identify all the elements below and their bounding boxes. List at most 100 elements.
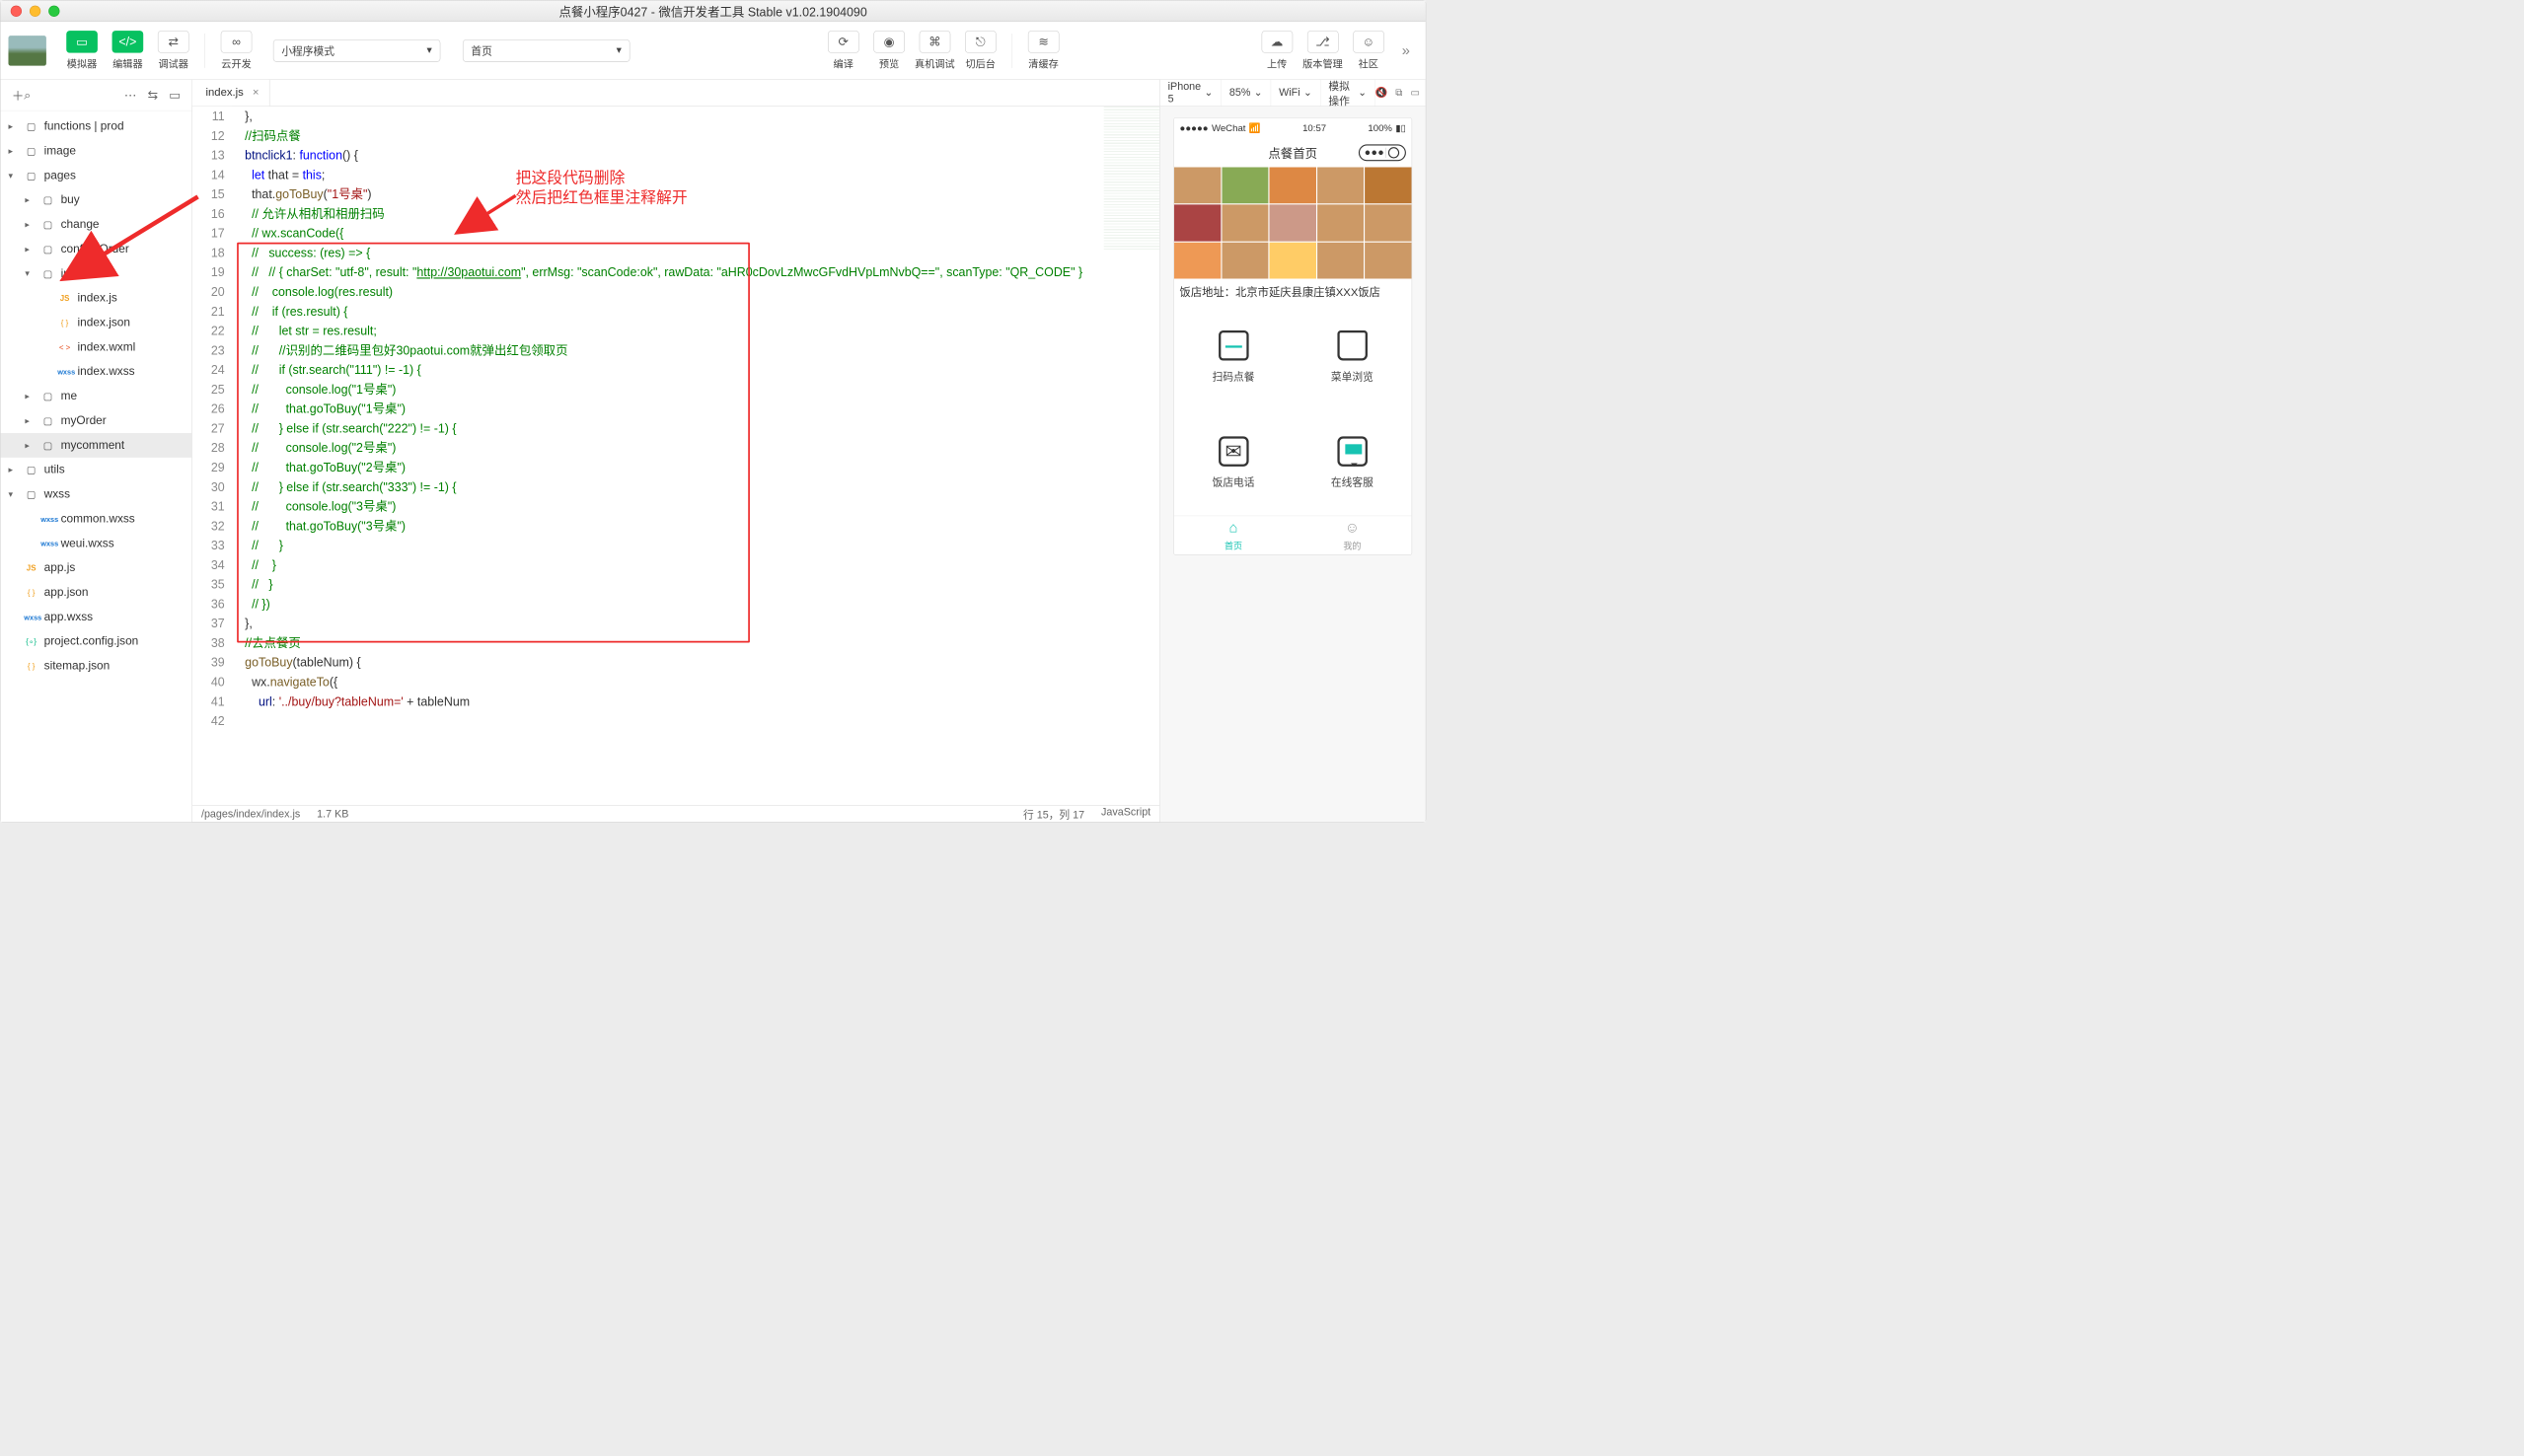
network-select[interactable]: WiFi ⌄	[1271, 80, 1320, 107]
code-lines[interactable]: }, //扫码点餐 btnclick1: function() { let th…	[233, 107, 1160, 806]
folder-icon: ▢	[24, 170, 38, 182]
mute-icon[interactable]: 🔇	[1375, 87, 1388, 99]
wxss-icon: wxss	[24, 613, 38, 620]
wxss-icon: wxss	[40, 515, 55, 523]
collapse-sim-icon[interactable]: ▭	[1410, 87, 1420, 99]
page-select[interactable]: 首页▾	[463, 39, 631, 62]
tab-index-js[interactable]: index.js ×	[192, 80, 269, 107]
food-grid[interactable]	[1174, 168, 1412, 279]
background-button[interactable]: ⎋切后台	[960, 28, 1001, 73]
editor-button[interactable]: </>编辑器	[108, 28, 148, 73]
tab-home[interactable]: ⌂首页	[1174, 516, 1293, 554]
debugger-button[interactable]: ⇄调试器	[153, 28, 193, 73]
tree-item-utils[interactable]: ▸▢utils	[1, 458, 192, 482]
collapse-icon[interactable]: ⇆	[148, 88, 158, 103]
chevron-down-icon: ⌄	[1358, 87, 1367, 100]
zoom-select[interactable]: 85% ⌄	[1222, 80, 1271, 107]
tree-item-index-wxss[interactable]: wxssindex.wxss	[1, 359, 192, 384]
json-icon: { }	[24, 588, 38, 597]
detach-icon[interactable]: ⧉	[1395, 87, 1402, 99]
eye-icon: ◉	[873, 31, 905, 53]
minimap[interactable]	[1104, 107, 1160, 252]
clear-cache-button[interactable]: ≋清缓存	[1023, 28, 1064, 73]
language-mode[interactable]: JavaScript	[1101, 807, 1151, 822]
device-select[interactable]: iPhone 5 ⌄	[1160, 80, 1222, 107]
json-icon: { }	[57, 319, 72, 328]
home-icon: ⌂	[1229, 519, 1238, 537]
chevron-down-icon: ⌄	[1254, 87, 1263, 100]
more-button[interactable]: »	[1394, 41, 1418, 59]
titlebar: 点餐小程序0427 - 微信开发者工具 Stable v1.02.1904090	[1, 1, 1426, 22]
settings-icon[interactable]: ▭	[169, 88, 181, 103]
tree-item-project-config-json[interactable]: {∘}project.config.json	[1, 629, 192, 654]
chat-icon	[1337, 436, 1368, 467]
chevron-down-icon: ⌄	[1204, 87, 1213, 100]
search-icon[interactable]: ⌕	[24, 88, 31, 103]
exit-icon: ⎋	[965, 31, 997, 53]
online-service-button[interactable]: 在线客服	[1293, 409, 1411, 515]
tree-item-common-wxss[interactable]: wxsscommon.wxss	[1, 507, 192, 532]
cfg-icon: {∘}	[24, 636, 38, 646]
code-area[interactable]: 1112131415161718192021222324252627282930…	[192, 107, 1159, 806]
tree-item-weui-wxss[interactable]: wxssweui.wxss	[1, 531, 192, 555]
folder-icon: ▢	[40, 391, 55, 402]
version-button[interactable]: ⎇版本管理	[1302, 28, 1343, 73]
wxml-icon: < >	[57, 342, 72, 351]
simulator-button[interactable]: ▭模拟器	[62, 28, 103, 73]
menu-browse-button[interactable]: 菜单浏览	[1293, 304, 1411, 409]
add-file-button[interactable]: ＋	[12, 86, 24, 104]
preview-button[interactable]: ◉预览	[869, 28, 910, 73]
tree-item-index-json[interactable]: { }index.json	[1, 311, 192, 335]
mode-select[interactable]: 小程序模式▾	[273, 39, 441, 62]
folder-icon: ▢	[40, 219, 55, 231]
more-icon[interactable]: ⋯	[124, 88, 136, 103]
tree-item-mycomment[interactable]: ▸▢mycomment	[1, 433, 192, 458]
close-tab-icon[interactable]: ×	[253, 87, 260, 100]
cloud-icon: ∞	[221, 31, 253, 53]
community-button[interactable]: ☺社区	[1348, 28, 1388, 73]
upload-button[interactable]: ☁上传	[1257, 28, 1298, 73]
folder-icon: ▢	[40, 267, 55, 279]
scan-icon	[1219, 330, 1249, 361]
action-select[interactable]: 模拟操作 ⌄	[1320, 80, 1374, 107]
arrow-icon	[87, 191, 209, 271]
tree-item-myorder[interactable]: ▸▢myOrder	[1, 408, 192, 433]
tree-item-image[interactable]: ▸▢image	[1, 139, 192, 164]
folder-icon: ▢	[40, 440, 55, 452]
battery-icon: ▮▯	[1395, 122, 1406, 133]
tab-mine[interactable]: ☺我的	[1293, 516, 1411, 554]
phone-preview[interactable]: ●●●●●WeChat📶 10:57 100%▮▯ 点餐首页 饭店地址：北京市延…	[1173, 117, 1412, 555]
tree-item-index-js[interactable]: JSindex.js	[1, 286, 192, 311]
signal-icon: ●●●●●	[1180, 122, 1209, 133]
phone-tab-bar: ⌂首页 ☺我的	[1174, 516, 1412, 555]
user-icon: ☺	[1345, 519, 1360, 537]
file-path: /pages/index/index.js	[201, 808, 300, 820]
folder-icon: ▢	[24, 145, 38, 157]
tree-item-sitemap-json[interactable]: { }sitemap.json	[1, 654, 192, 679]
debug-icon: ⇄	[158, 31, 189, 53]
capsule-button[interactable]	[1359, 144, 1406, 161]
chevron-down-icon: ⌄	[1303, 87, 1312, 100]
phone-time: 10:57	[1302, 122, 1326, 133]
compile-button[interactable]: ⟳编译	[823, 28, 863, 73]
remote-debug-button[interactable]: ⌘真机调试	[915, 28, 955, 73]
tree-item-functions---prod[interactable]: ▸▢functions | prod	[1, 114, 192, 139]
tree-item-app-wxss[interactable]: wxssapp.wxss	[1, 605, 192, 629]
tree-item-wxss[interactable]: ▾▢wxss	[1, 482, 192, 507]
project-avatar[interactable]	[8, 36, 45, 66]
tree-item-me[interactable]: ▸▢me	[1, 384, 192, 408]
folder-icon: ▢	[40, 194, 55, 206]
tree-item-index-wxml[interactable]: < >index.wxml	[1, 335, 192, 360]
folder-icon: ▢	[40, 415, 55, 427]
tree-item-app-json[interactable]: { }app.json	[1, 580, 192, 605]
cloud-button[interactable]: ∞云开发	[216, 28, 257, 73]
phone-call-button[interactable]: 饭店电话	[1174, 409, 1293, 515]
bug-icon: ⌘	[920, 31, 951, 53]
chat-icon: ☺	[1353, 31, 1384, 53]
tab-bar: index.js ×	[192, 80, 1159, 107]
tree-item-app-js[interactable]: JSapp.js	[1, 555, 192, 580]
phone-nav-bar: 点餐首页	[1174, 138, 1412, 167]
tree-item-pages[interactable]: ▾▢pages	[1, 164, 192, 188]
scan-order-button[interactable]: 扫码点餐	[1174, 304, 1293, 409]
code-icon: </>	[112, 31, 144, 53]
